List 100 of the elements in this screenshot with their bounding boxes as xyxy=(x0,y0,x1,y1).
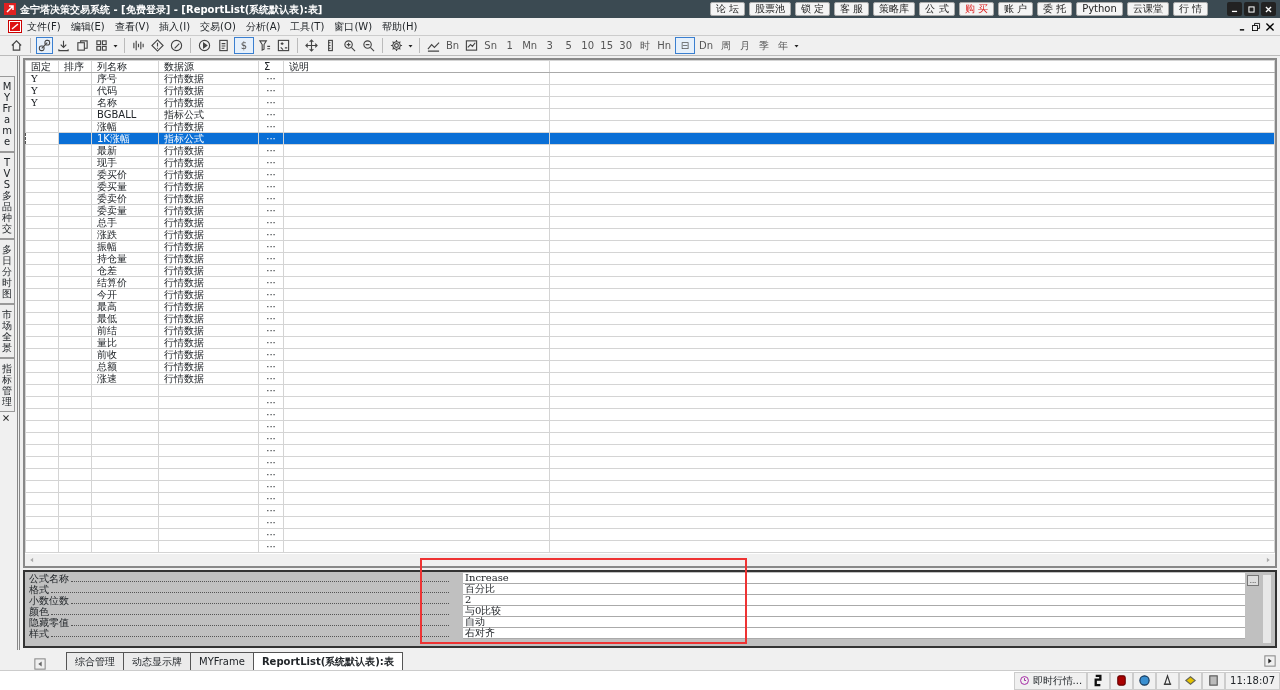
menu-item[interactable]: 分析(A) xyxy=(240,19,286,34)
play-icon[interactable] xyxy=(198,39,211,52)
toolbar-button[interactable]: ⊟ xyxy=(675,37,696,54)
caret-icon[interactable] xyxy=(407,42,414,49)
caret-icon[interactable] xyxy=(793,42,801,49)
grid-icon[interactable] xyxy=(95,39,108,52)
column-header[interactable]: 说明 xyxy=(283,60,550,73)
menu-item[interactable]: 文件(F) xyxy=(22,19,66,34)
zoom-in-icon[interactable] xyxy=(343,39,356,52)
toolbar-button[interactable]: 委 托 xyxy=(1036,2,1073,16)
toolbar-button[interactable]: 年 xyxy=(774,37,792,54)
table-cell: ··· xyxy=(258,216,284,229)
document-tab[interactable]: ReportList(系统默认表):表 xyxy=(252,652,403,670)
menu-item[interactable]: 编辑(E) xyxy=(65,19,110,34)
scrollbar[interactable] xyxy=(1263,575,1271,643)
maximize-icon xyxy=(1247,4,1256,14)
table-cell: ··· xyxy=(258,492,284,505)
toolbar-button[interactable]: 购 买 xyxy=(958,2,994,16)
document-icon[interactable] xyxy=(217,39,230,52)
toolbar-button[interactable]: 季 xyxy=(755,37,773,54)
property-value[interactable]: 百分比 xyxy=(463,584,1245,595)
toolbar-button[interactable]: 公 式 xyxy=(919,2,955,16)
warning-icon[interactable] xyxy=(151,39,164,52)
toolbar-button[interactable]: 客 服 xyxy=(834,2,870,16)
toolbar-button[interactable]: 周 xyxy=(717,37,735,54)
move-icon[interactable] xyxy=(305,39,318,52)
close-button[interactable] xyxy=(1261,2,1276,16)
toolbar-button[interactable]: Dn xyxy=(697,37,716,54)
toolbar-button[interactable]: Python xyxy=(1076,2,1123,16)
menu-item[interactable]: 工具(T) xyxy=(285,19,330,34)
table-cell: ··· xyxy=(258,528,284,541)
table-cell: ··· xyxy=(258,108,284,121)
table-cell: ··· xyxy=(258,408,284,421)
minimize-button[interactable] xyxy=(1227,2,1242,16)
zoom-out-icon[interactable] xyxy=(362,39,375,52)
toolbar-button[interactable]: 15 xyxy=(598,37,616,54)
table-cell: ··· xyxy=(258,96,284,109)
column-header[interactable]: 排序 xyxy=(58,60,92,73)
toolbar-button[interactable] xyxy=(36,37,53,54)
pencil-icon[interactable] xyxy=(170,39,183,52)
toolbar-button[interactable]: 1 xyxy=(501,37,519,54)
download-icon[interactable] xyxy=(57,39,70,52)
property-value[interactable]: 自动 xyxy=(463,617,1245,628)
toolbar-button[interactable]: 股票池 xyxy=(749,2,791,16)
toolbar-button[interactable]: 行 情 xyxy=(1172,2,1208,16)
toolbar-button[interactable]: Hn xyxy=(655,37,674,54)
column-header[interactable]: 固定 xyxy=(25,60,59,73)
copy-icon[interactable] xyxy=(76,39,89,52)
toolbar-button[interactable]: Mn xyxy=(520,37,540,54)
toolbar-button[interactable]: Sn xyxy=(482,37,500,54)
column-header[interactable]: 数据源 xyxy=(158,60,259,73)
menu-item[interactable]: 窗口(W) xyxy=(329,19,378,34)
toolbar-button[interactable]: 3 xyxy=(541,37,559,54)
column-header[interactable]: 列名称 xyxy=(91,60,159,73)
bar-chart-icon[interactable] xyxy=(132,39,145,52)
chart-frame-icon[interactable] xyxy=(465,39,479,52)
filter-icon[interactable] xyxy=(258,39,271,52)
table-cell: 仓差 xyxy=(91,264,159,277)
maximize-button[interactable] xyxy=(1244,2,1259,16)
table-cell: 振幅 xyxy=(91,240,159,253)
toolbar-button[interactable]: $ xyxy=(234,37,254,54)
toolbar-button[interactable]: 5 xyxy=(560,37,578,54)
close-icon[interactable] xyxy=(1265,21,1275,32)
toolbar-button[interactable]: 策略库 xyxy=(873,2,916,16)
table-cell: ··· xyxy=(258,360,284,373)
toolbar-button[interactable]: 论 坛 xyxy=(709,2,745,16)
table-cell: 行情数据 xyxy=(158,96,259,109)
property-value[interactable]: 右对齐 xyxy=(463,628,1245,639)
document-tab[interactable]: 动态显示牌 xyxy=(123,652,191,670)
toolbar-button[interactable]: 锁 定 xyxy=(795,2,831,16)
document-tab[interactable]: MYFrame xyxy=(190,652,254,670)
document-tab[interactable]: 综合管理 xyxy=(66,652,124,670)
menu-item[interactable]: 查看(V) xyxy=(109,19,155,34)
close-icon[interactable] xyxy=(0,412,12,424)
table-cell: 行情数据 xyxy=(158,228,259,241)
home-icon[interactable] xyxy=(10,39,23,52)
menu-item[interactable]: 交易(O) xyxy=(195,19,241,34)
table-cell: ··· xyxy=(258,504,284,517)
scroll-left-icon[interactable] xyxy=(34,658,46,670)
menu-item[interactable]: 插入(I) xyxy=(154,19,196,34)
toolbar-button[interactable]: 云课堂 xyxy=(1126,2,1169,16)
toolbar-button[interactable]: 月 xyxy=(736,37,754,54)
column-header[interactable]: Σ xyxy=(258,60,284,73)
globe-icon[interactable] xyxy=(1138,674,1152,687)
toolbar-button[interactable]: 账 户 xyxy=(997,2,1033,16)
scroll-right-icon[interactable] xyxy=(1264,655,1276,667)
database-icon[interactable] xyxy=(1115,674,1129,687)
toolbar-button[interactable]: 10 xyxy=(579,37,597,54)
property-value[interactable]: Increase xyxy=(463,573,1245,584)
caret-icon[interactable] xyxy=(112,42,119,49)
table-cell: ··· xyxy=(258,540,284,553)
settings-icon[interactable] xyxy=(390,39,403,52)
toolbar-button[interactable]: 30 xyxy=(617,37,635,54)
menu-item[interactable]: 帮助(H) xyxy=(377,19,423,34)
line-chart-icon[interactable] xyxy=(427,39,440,52)
property-value[interactable]: 与0比较 xyxy=(463,606,1245,617)
toolbar-button[interactable]: Bn xyxy=(444,37,462,54)
property-value[interactable]: 2 xyxy=(463,595,1245,606)
restore-icon[interactable] xyxy=(1251,21,1261,32)
toolbar-button[interactable]: 时 xyxy=(636,37,654,54)
